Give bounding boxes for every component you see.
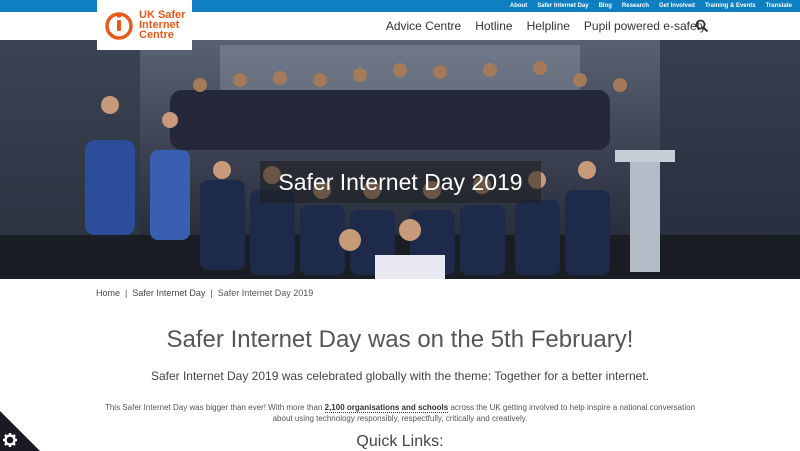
hero-title: Safer Internet Day 2019 (260, 161, 541, 203)
utility-link-translate[interactable]: Translate (766, 3, 792, 9)
utility-link-blog[interactable]: Blog (599, 3, 612, 9)
breadcrumb-home[interactable]: Home (96, 288, 120, 298)
utility-link-about[interactable]: About (510, 3, 527, 9)
utility-link-research[interactable]: Research (622, 3, 649, 9)
quick-links-heading: Quick Links: (356, 433, 444, 450)
organisations-link[interactable]: 2,100 organisations and schools (324, 403, 449, 413)
nav-pupil-powered[interactable]: Pupil powered e-safety (584, 19, 706, 33)
nav-hotline[interactable]: Hotline (475, 19, 512, 33)
utility-link-get-involved[interactable]: Get Involved (659, 3, 695, 9)
main-nav: Advice Centre Hotline Helpline Pupil pow… (386, 14, 706, 38)
breadcrumb-parent[interactable]: Safer Internet Day (132, 288, 205, 298)
cookie-settings-button[interactable] (0, 411, 40, 451)
utility-links: About Safer Internet Day Blog Research G… (510, 0, 792, 12)
utility-link-training-events[interactable]: Training & Events (705, 3, 756, 9)
hero-banner: Safer Internet Day 2019 (0, 40, 800, 279)
breadcrumb-current: Safer Internet Day 2019 (217, 288, 314, 298)
logo-line-3: Centre (139, 29, 174, 41)
page-heading: Safer Internet Day was on the 5th Februa… (166, 326, 634, 353)
utility-link-safer-internet-day[interactable]: Safer Internet Day (537, 3, 588, 9)
breadcrumb: Home | Safer Internet Day | Safer Intern… (96, 288, 313, 298)
logo-text: UK Safer Internet Centre (139, 10, 185, 41)
power-logo-icon (105, 12, 133, 40)
page-subtitle: Safer Internet Day 2019 was celebrated g… (150, 369, 650, 383)
breadcrumb-separator: | (125, 288, 128, 298)
hero-photo (0, 40, 800, 279)
site-logo[interactable]: UK Safer Internet Centre (97, 0, 192, 50)
intro-paragraph: This Safer Internet Day was bigger than … (100, 402, 700, 424)
breadcrumb-separator: | (210, 288, 213, 298)
nav-advice-centre[interactable]: Advice Centre (386, 19, 461, 33)
intro-text-start: This Safer Internet Day was bigger than … (104, 403, 325, 412)
nav-helpline[interactable]: Helpline (527, 19, 570, 33)
search-icon[interactable] (695, 19, 709, 33)
